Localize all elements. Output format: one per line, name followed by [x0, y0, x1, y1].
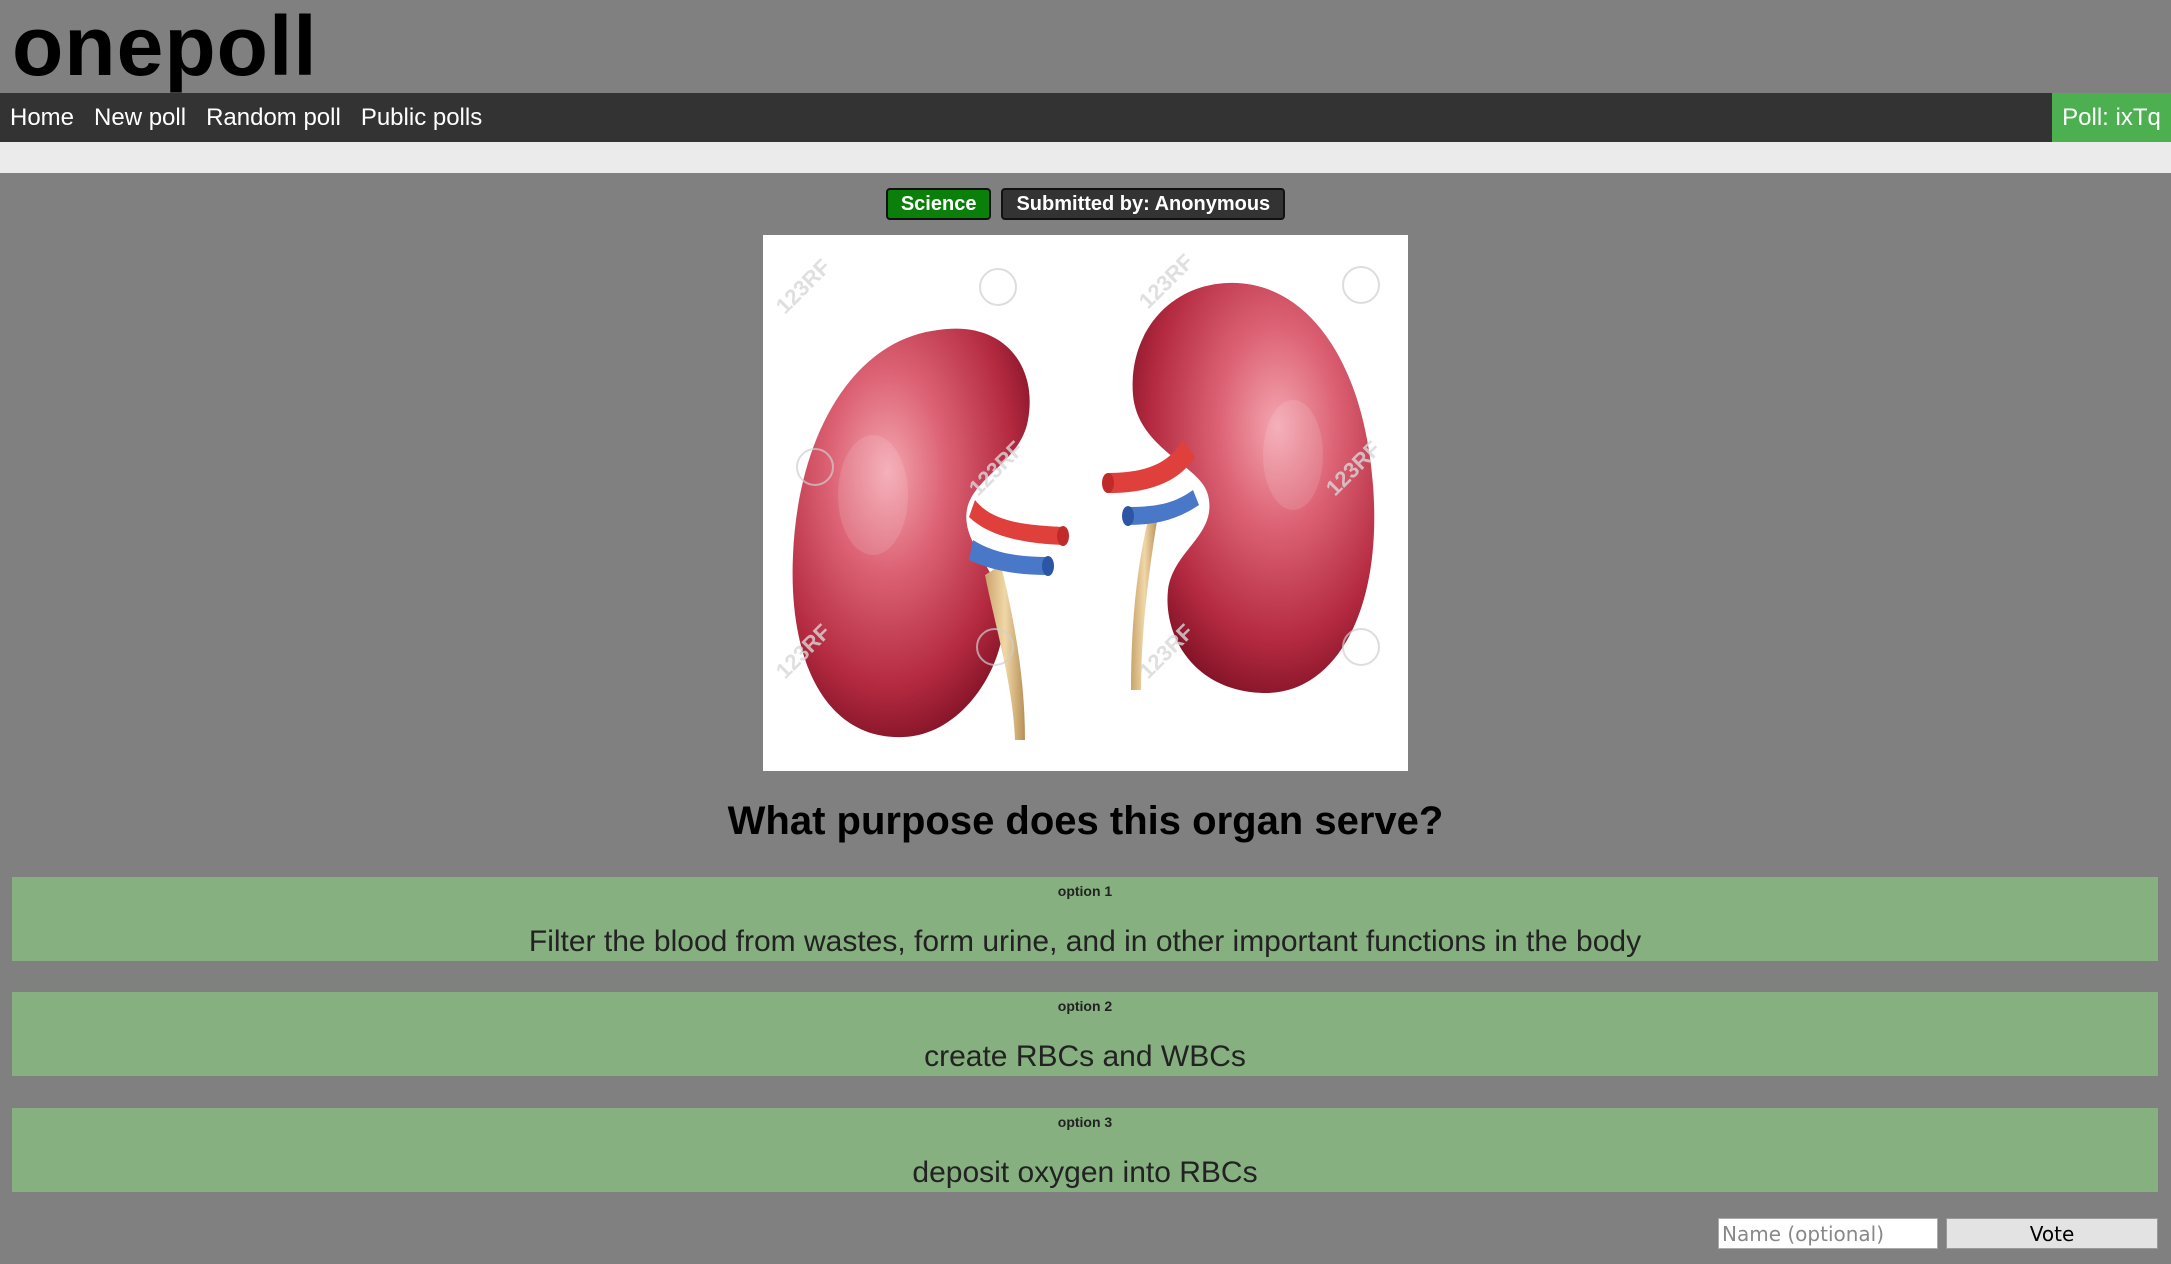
- option-number-label: option 2: [1057, 998, 1113, 1014]
- poll-id-badge[interactable]: Poll: ixTq: [2052, 93, 2171, 142]
- nav-public-polls-link[interactable]: Public polls: [351, 93, 492, 142]
- poll-option-1[interactable]: option 1 Filter the blood from wastes, f…: [12, 877, 2158, 961]
- option-number-label: option 3: [1057, 1114, 1113, 1130]
- name-input[interactable]: [1718, 1218, 1938, 1249]
- vote-button[interactable]: Vote: [1946, 1218, 2158, 1249]
- poll-tags: Science Submitted by: Anonymous: [0, 188, 2171, 220]
- poll-question: What purpose does this organ serve?: [727, 799, 1444, 843]
- poll-image: 123RF 123RF 123RF 123RF 123RF 123RF: [763, 235, 1408, 771]
- site-title[interactable]: onepoll: [12, 0, 318, 96]
- left-kidney: [792, 328, 1069, 740]
- option-text: create RBCs and WBCs: [924, 1040, 1246, 1073]
- site-header: onepoll: [0, 0, 2171, 93]
- svg-text:123RF: 123RF: [771, 254, 835, 318]
- option-text: deposit oxygen into RBCs: [912, 1156, 1258, 1189]
- kidneys-illustration: 123RF 123RF 123RF 123RF 123RF 123RF: [771, 249, 1385, 740]
- option-text: Filter the blood from wastes, form urine…: [528, 925, 1642, 958]
- poll-option-2[interactable]: option 2 create RBCs and WBCs: [12, 992, 2158, 1076]
- nav-new-poll-link[interactable]: New poll: [84, 93, 196, 142]
- nav-home-link[interactable]: Home: [0, 93, 84, 142]
- poll-option-3[interactable]: option 3 deposit oxygen into RBCs: [12, 1108, 2158, 1192]
- navbar: Home New poll Random poll Public polls P…: [0, 93, 2171, 142]
- category-tag[interactable]: Science: [885, 188, 992, 220]
- option-number-label: option 1: [1057, 883, 1113, 899]
- nav-links: Home New poll Random poll Public polls: [0, 93, 492, 142]
- sub-bar: [0, 142, 2171, 173]
- nav-random-poll-link[interactable]: Random poll: [196, 93, 351, 142]
- submitted-by-tag: Submitted by: Anonymous: [1001, 188, 1286, 220]
